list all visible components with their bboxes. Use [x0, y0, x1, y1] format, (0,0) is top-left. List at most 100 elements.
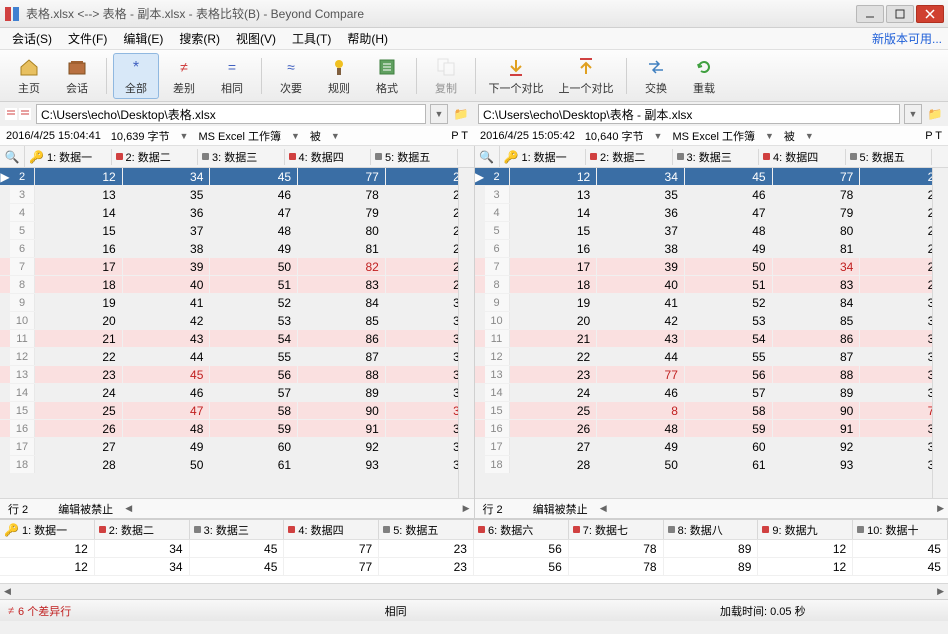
column-header-0[interactable]: 🔑1: 数据一: [500, 149, 587, 165]
prev-icon: [575, 56, 597, 78]
right-browse-icon[interactable]: 📁: [926, 107, 944, 121]
toolbar-next-button[interactable]: 下一个对比: [482, 53, 550, 99]
menu-R[interactable]: 搜索(R): [173, 28, 226, 49]
table-row[interactable]: 102042538531: [475, 312, 948, 330]
table-row[interactable]: 182850619339: [0, 456, 474, 474]
new-version-link[interactable]: 新版本可用...: [872, 30, 942, 47]
detail-column-7[interactable]: 8: 数据八: [664, 520, 759, 539]
table-row[interactable]: 81840518329: [0, 276, 474, 294]
toolbar-swap-button[interactable]: 交换: [633, 53, 679, 99]
column-header-2[interactable]: 3: 数据三: [673, 149, 760, 165]
menu-V[interactable]: 视图(V): [230, 28, 282, 49]
table-row[interactable]: 142446578935: [475, 384, 948, 402]
right-scroll-left-icon[interactable]: ◀: [600, 503, 607, 514]
table-row[interactable]: 81840518329: [475, 276, 948, 294]
table-row[interactable]: 51537488026: [475, 222, 948, 240]
detail-column-4[interactable]: 5: 数据五: [379, 520, 474, 539]
right-path-input[interactable]: [478, 104, 900, 124]
table-row[interactable]: 132377568834: [475, 366, 948, 384]
left-scroll-left-icon[interactable]: ◀: [125, 503, 132, 514]
column-header-3[interactable]: 4: 数据四: [285, 149, 372, 165]
table-row[interactable]: 91941528430: [475, 294, 948, 312]
table-row[interactable]: 31335467824: [475, 186, 948, 204]
table-row[interactable]: ▶21234457723: [475, 168, 948, 186]
table-row[interactable]: 122244558733: [475, 348, 948, 366]
maximize-button[interactable]: [886, 5, 914, 23]
menu-H[interactable]: 帮助(H): [341, 28, 394, 49]
left-browse-icon[interactable]: 📁: [452, 107, 470, 121]
close-button[interactable]: [916, 5, 944, 23]
column-header-4[interactable]: 5: 数据五: [846, 149, 933, 165]
detail-column-1[interactable]: 2: 数据二: [95, 520, 190, 539]
right-scrollbar-v[interactable]: [932, 168, 948, 498]
table-row[interactable]: 51537488026: [0, 222, 474, 240]
table-row[interactable]: 172749609238: [0, 438, 474, 456]
detail-scroll-right-icon[interactable]: ▶: [937, 586, 944, 597]
column-header-1[interactable]: 2: 数据二: [112, 149, 199, 165]
toolbar-diff-button[interactable]: ≠差别: [161, 53, 207, 99]
left-scroll-right-icon[interactable]: ▶: [463, 503, 470, 514]
table-row[interactable]: 71739508228: [0, 258, 474, 276]
toolbar-home-button[interactable]: 主页: [6, 53, 52, 99]
menu-E[interactable]: 编辑(E): [117, 28, 169, 49]
compare-mode-icon[interactable]: [4, 107, 32, 121]
table-row[interactable]: 41436477925: [0, 204, 474, 222]
menu-T[interactable]: 工具(T): [286, 28, 337, 49]
toolbar-format-button[interactable]: 格式: [364, 53, 410, 99]
left-scrollbar-v[interactable]: [458, 168, 474, 498]
table-row[interactable]: 41436477925: [475, 204, 948, 222]
table-row[interactable]: 15258589077: [475, 402, 948, 420]
table-row[interactable]: 112143548632: [475, 330, 948, 348]
toolbar-copy-button[interactable]: 复制: [423, 53, 469, 99]
table-row[interactable]: ▶21234457723: [0, 168, 474, 186]
same-icon: =: [221, 56, 243, 78]
detail-row[interactable]: 12344577235678891245: [0, 540, 948, 558]
toolbar-same-button[interactable]: =相同: [209, 53, 255, 99]
detail-column-5[interactable]: 6: 数据六: [474, 520, 569, 539]
menu-F[interactable]: 文件(F): [62, 28, 113, 49]
table-row[interactable]: 132345568834: [0, 366, 474, 384]
detail-column-9[interactable]: 10: 数据十: [853, 520, 948, 539]
toolbar-reload-button[interactable]: 重载: [681, 53, 727, 99]
table-row[interactable]: 172749609238: [475, 438, 948, 456]
table-row[interactable]: 61638498127: [0, 240, 474, 258]
table-row[interactable]: 91941528430: [0, 294, 474, 312]
detail-column-0[interactable]: 🔑1: 数据一: [0, 520, 95, 539]
toolbar-session-button[interactable]: 会话: [54, 53, 100, 99]
table-row[interactable]: 71739503428: [475, 258, 948, 276]
left-path-input[interactable]: [36, 104, 426, 124]
column-header-2[interactable]: 3: 数据三: [198, 149, 285, 165]
table-row[interactable]: 182850619339: [475, 456, 948, 474]
right-info-bar: 2016/4/25 15:05:42 10,640 字节▼ MS Excel 工…: [474, 126, 948, 146]
table-row[interactable]: 152547589036: [0, 402, 474, 420]
menu-S[interactable]: 会话(S): [6, 28, 58, 49]
detail-column-2[interactable]: 3: 数据三: [190, 520, 285, 539]
toolbar-all-button[interactable]: *全部: [113, 53, 159, 99]
table-row[interactable]: 112143548632: [0, 330, 474, 348]
column-header-0[interactable]: 🔑1: 数据一: [25, 149, 112, 165]
detail-column-8[interactable]: 9: 数据九: [758, 520, 853, 539]
detail-row[interactable]: 12344577235678891245: [0, 558, 948, 576]
detail-scroll-left-icon[interactable]: ◀: [4, 586, 11, 597]
column-header-4[interactable]: 5: 数据五: [371, 149, 458, 165]
table-row[interactable]: 61638498127: [475, 240, 948, 258]
detail-column-6[interactable]: 7: 数据七: [569, 520, 664, 539]
minimize-button[interactable]: [856, 5, 884, 23]
table-row[interactable]: 142446578935: [0, 384, 474, 402]
table-row[interactable]: 162648599137: [0, 420, 474, 438]
app-icon: [4, 6, 20, 22]
toolbar-prev-button[interactable]: 上一个对比: [552, 53, 620, 99]
table-row[interactable]: 31335467824: [0, 186, 474, 204]
column-header-1[interactable]: 2: 数据二: [586, 149, 673, 165]
right-path-dropdown[interactable]: ▼: [904, 104, 922, 124]
detail-column-3[interactable]: 4: 数据四: [284, 520, 379, 539]
table-row[interactable]: 162648599137: [475, 420, 948, 438]
table-row[interactable]: 102042538531: [0, 312, 474, 330]
toolbar-minor-button[interactable]: ≈次要: [268, 53, 314, 99]
left-path-dropdown[interactable]: ▼: [430, 104, 448, 124]
right-scroll-right-icon[interactable]: ▶: [937, 503, 944, 514]
toolbar-rules-button[interactable]: 规则: [316, 53, 362, 99]
column-header-3[interactable]: 4: 数据四: [759, 149, 846, 165]
column-bullet-icon: [202, 153, 209, 160]
table-row[interactable]: 122244558733: [0, 348, 474, 366]
